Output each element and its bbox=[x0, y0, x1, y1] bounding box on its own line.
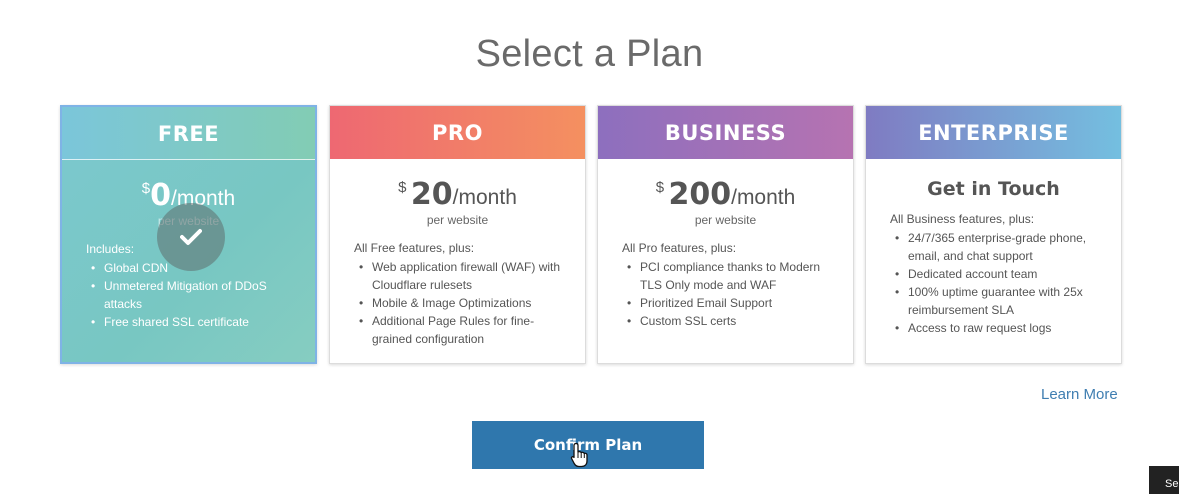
plan-name: ENTERPRISE bbox=[866, 106, 1121, 159]
price-currency: $ bbox=[398, 179, 407, 196]
plan-name: BUSINESS bbox=[598, 106, 853, 159]
price-amount: 20 bbox=[410, 177, 453, 212]
plan-card-enterprise[interactable]: ENTERPRISE Get in Touch All Business fea… bbox=[865, 105, 1122, 364]
check-icon bbox=[180, 229, 202, 245]
price-per-site: per website bbox=[694, 213, 757, 227]
feature-item: Access to raw request logs bbox=[895, 319, 1099, 337]
feature-item: Prioritized Email Support bbox=[627, 294, 831, 312]
price-currency: $ bbox=[141, 180, 151, 197]
feature-list: All Business features, plus: 24/7/365 en… bbox=[866, 210, 1121, 337]
learn-more-link[interactable]: Learn More bbox=[1041, 386, 1118, 403]
feature-list: All Pro features, plus: PCI compliance t… bbox=[598, 239, 853, 330]
plan-card-free[interactable]: FREE $0/month per website Includes: Glob… bbox=[60, 105, 317, 364]
price-period: /month bbox=[452, 186, 517, 209]
feature-list: All Free features, plus: Web application… bbox=[330, 239, 585, 348]
price-amount: 0 bbox=[150, 178, 171, 213]
price-period: /month bbox=[731, 186, 796, 209]
plan-name: PRO bbox=[330, 106, 585, 159]
hand-pointer-icon bbox=[570, 442, 588, 468]
plan-price: $ 200/month bbox=[598, 177, 853, 213]
corner-tab[interactable]: Se bbox=[1149, 466, 1179, 494]
features-intro: All Free features, plus: bbox=[354, 241, 475, 255]
feature-item: PCI compliance thanks to Modern TLS Only… bbox=[627, 258, 831, 294]
feature-item: Unmetered Mitigation of DDoS attacks bbox=[91, 277, 293, 313]
features-intro: All Business features, plus: bbox=[890, 212, 1035, 226]
feature-item: 24/7/365 enterprise-grade phone, email, … bbox=[895, 229, 1099, 265]
price-currency: $ bbox=[655, 179, 665, 196]
price-amount: 200 bbox=[668, 177, 732, 212]
plan-headline: Get in Touch bbox=[927, 178, 1060, 200]
features-intro: All Pro features, plus: bbox=[622, 241, 737, 255]
feature-item: Free shared SSL certificate bbox=[91, 313, 293, 331]
plan-card-pro[interactable]: PRO $ 20/month per website All Free feat… bbox=[329, 105, 586, 364]
feature-item: Dedicated account team bbox=[895, 265, 1099, 283]
page-title: Select a Plan bbox=[475, 33, 704, 75]
feature-item: Additional Page Rules for fine-grained c… bbox=[359, 312, 563, 348]
feature-item: Web application firewall (WAF) with Clou… bbox=[359, 258, 563, 294]
feature-item: Custom SSL certs bbox=[627, 312, 831, 330]
plan-price: $ 20/month bbox=[330, 177, 585, 213]
selected-check-badge bbox=[157, 203, 225, 271]
plan-card-business[interactable]: BUSINESS $ 200/month per website All Pro… bbox=[597, 105, 854, 364]
price-per-site: per website bbox=[426, 213, 489, 227]
feature-item: Mobile & Image Optimizations bbox=[359, 294, 563, 312]
feature-item: 100% uptime guarantee with 25x reimburse… bbox=[895, 283, 1099, 319]
plan-name: FREE bbox=[62, 107, 315, 160]
